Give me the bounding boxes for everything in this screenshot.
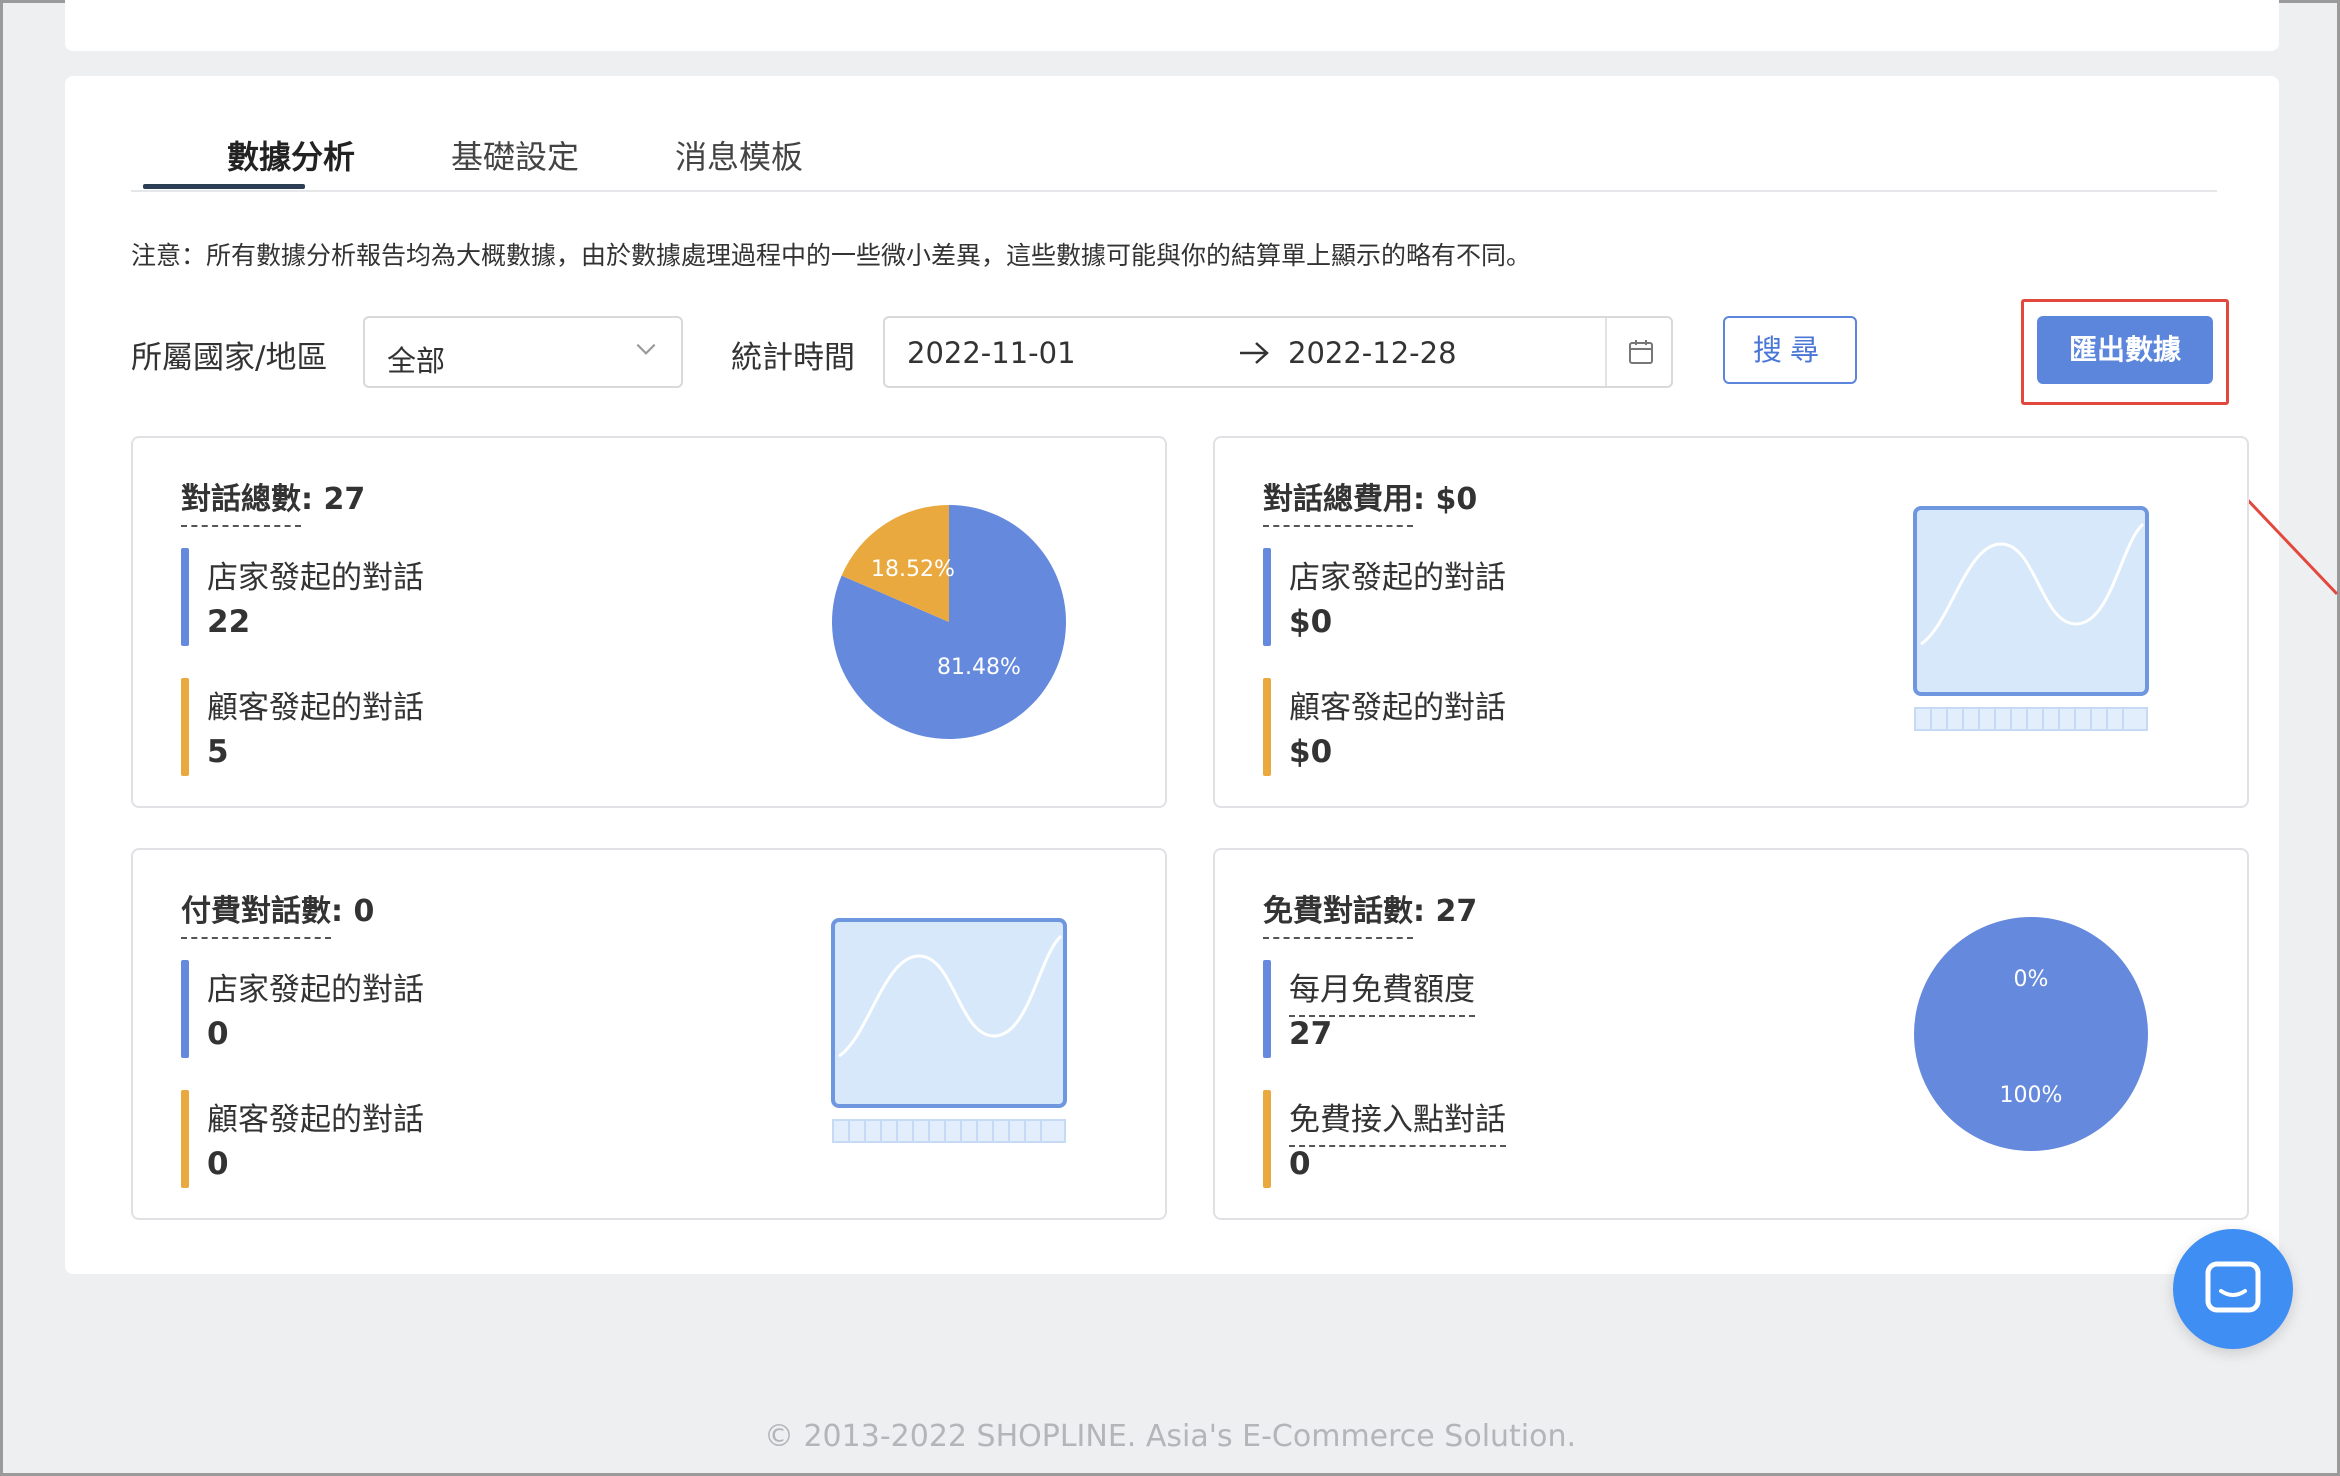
- metric-label: 店家發起的對話: [1289, 560, 1506, 596]
- date-start-input[interactable]: 2022-11-01: [907, 336, 1076, 370]
- chat-icon: [2205, 1261, 2261, 1313]
- customer-bar: [1263, 678, 1271, 776]
- store-initiated-metric: 店家發起的對話 0: [181, 960, 701, 1058]
- card-title: 免費對話數: 27: [1263, 886, 1478, 939]
- active-tab-indicator: [143, 184, 305, 189]
- calendar-divider: [1605, 318, 1607, 386]
- conversation-pie-chart: 81.48% 18.52%: [832, 505, 1066, 739]
- metric-value: 5: [207, 734, 229, 770]
- card-title: 付費對話數: 0: [181, 886, 375, 939]
- customer-bar: [1263, 1090, 1271, 1188]
- card-title-value: 0: [353, 894, 375, 929]
- customer-initiated-metric: 顧客發起的對話 $0: [1263, 678, 1783, 776]
- search-button[interactable]: 搜尋: [1723, 316, 1857, 384]
- store-bar: [1263, 548, 1271, 646]
- tab-bar: 數據分析 基礎設定 消息模板: [131, 106, 2217, 192]
- card-title-label: 付費對話數: [181, 894, 331, 939]
- chevron-down-icon: [636, 343, 656, 355]
- card-title-label: 對話總費用: [1263, 482, 1413, 527]
- store-bar: [181, 548, 189, 646]
- metric-label: 顧客發起的對話: [207, 1102, 424, 1138]
- metric-value: 0: [207, 1146, 229, 1182]
- region-label: 所屬國家/地區: [131, 340, 328, 376]
- analytics-card: 數據分析 基礎設定 消息模板 注意：所有數據分析報告均為大概數據，由於數據處理過…: [65, 76, 2339, 1274]
- card-title-value: $0: [1435, 482, 1478, 517]
- date-end-input[interactable]: 2022-12-28: [1288, 336, 1457, 370]
- metric-value: $0: [1289, 604, 1333, 640]
- tab-message-templates[interactable]: 消息模板: [675, 132, 803, 178]
- card-title-value: 27: [1435, 894, 1478, 929]
- metric-label: 顧客發起的對話: [1289, 690, 1506, 726]
- tab-data-analysis[interactable]: 數據分析: [227, 132, 355, 178]
- top-card: [65, 0, 2279, 51]
- store-bar: [181, 960, 189, 1058]
- card-title-value: 27: [323, 482, 366, 517]
- total-cost-card: 對話總費用: $0 店家發起的對話 $0 顧客發起的對話 $0: [1213, 436, 2249, 808]
- metric-label: 店家發起的對話: [207, 972, 424, 1008]
- pie-slice-label: 0%: [2014, 967, 2049, 992]
- total-conversations-card: 對話總數: 27 店家發起的對話 22 顧客發起的對話 5 81.48% 18.5…: [131, 436, 1167, 808]
- card-title-label: 對話總數: [181, 482, 301, 527]
- metric-value: $0: [1289, 734, 1333, 770]
- empty-chart-illustration-icon: [831, 918, 1067, 1143]
- metric-value: 22: [207, 604, 251, 640]
- card-title-label: 免費對話數: [1263, 894, 1413, 939]
- free-conversations-card: 免費對話數: 27 每月免費額度 27 免費接入點對話 0 100% 0%: [1213, 848, 2249, 1220]
- metric-value: 0: [207, 1016, 229, 1052]
- free-conversation-pie-chart: 100% 0%: [1914, 917, 2148, 1151]
- chat-widget-button[interactable]: [2173, 1229, 2293, 1349]
- customer-initiated-metric: 顧客發起的對話 0: [181, 1090, 701, 1188]
- store-bar: [1263, 960, 1271, 1058]
- customer-initiated-metric: 顧客發起的對話 5: [181, 678, 701, 776]
- metric-value: 0: [1289, 1146, 1311, 1182]
- region-select-value: 全部: [387, 344, 446, 378]
- free-entry-point-metric: 免費接入點對話 0: [1263, 1090, 1783, 1188]
- time-label: 統計時間: [731, 340, 855, 376]
- paid-conversations-card: 付費對話數: 0 店家發起的對話 0 顧客發起的對話 0: [131, 848, 1167, 1220]
- pie-slice-label: 18.52%: [871, 557, 955, 582]
- customer-bar: [181, 678, 189, 776]
- tab-basic-settings[interactable]: 基礎設定: [451, 132, 579, 178]
- store-initiated-metric: 店家發起的對話 22: [181, 548, 701, 646]
- metric-label: 每月免費額度: [1289, 964, 1475, 1017]
- customer-bar: [181, 1090, 189, 1188]
- metric-label: 免費接入點對話: [1289, 1094, 1506, 1147]
- card-title: 對話總費用: $0: [1263, 474, 1478, 527]
- metric-label: 顧客發起的對話: [207, 690, 424, 726]
- calendar-icon[interactable]: [1627, 338, 1655, 366]
- pie-slice-label: 100%: [2000, 1083, 2063, 1108]
- arrow-right-icon: [1240, 342, 1269, 364]
- date-range-picker[interactable]: 2022-11-01 2022-12-28: [883, 316, 1673, 388]
- empty-chart-illustration-icon: [1913, 506, 2149, 731]
- pie-slice: [1914, 917, 2148, 1151]
- footer-copyright: © 2013-2022 SHOPLINE. Asia's E-Commerce …: [763, 1419, 1577, 1454]
- monthly-free-quota-metric: 每月免費額度 27: [1263, 960, 1783, 1058]
- export-data-button[interactable]: 匯出數據: [2037, 316, 2213, 384]
- region-select[interactable]: 全部: [363, 316, 683, 388]
- card-title: 對話總數: 27: [181, 474, 366, 527]
- pie-slice-label: 81.48%: [937, 655, 1021, 680]
- notice-text: 注意：所有數據分析報告均為大概數據，由於數據處理過程中的一些微小差異，這些數據可…: [131, 241, 1532, 270]
- metric-label: 店家發起的對話: [207, 560, 424, 596]
- metric-value: 27: [1289, 1016, 1333, 1052]
- store-initiated-metric: 店家發起的對話 $0: [1263, 548, 1783, 646]
